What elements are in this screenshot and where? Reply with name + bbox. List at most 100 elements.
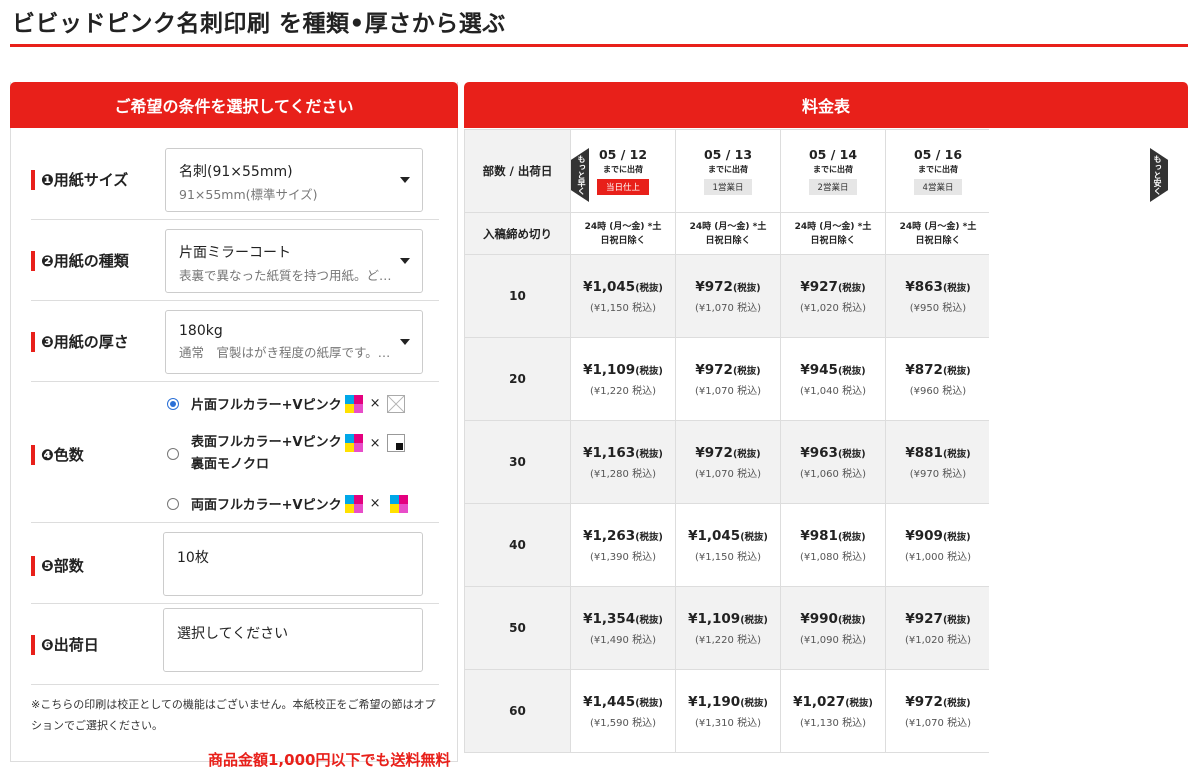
thickness-sub: 通常 官製はがき程度の紙厚です。名刺に最適 bbox=[179, 345, 392, 360]
price-cell[interactable]: ¥1,045(税抜) (¥1,150 税込) bbox=[570, 254, 676, 338]
price-cell[interactable]: ¥972(税抜) (¥1,070 税込) bbox=[675, 254, 781, 338]
paper-type-sub: 表裏で異なった紙質を持つ用紙。どちらかといえば bbox=[179, 268, 392, 283]
radio-button[interactable] bbox=[167, 497, 179, 510]
price-cell[interactable]: ¥972(税抜) (¥1,070 税込) bbox=[675, 420, 781, 504]
date-column-3[interactable]: 05 / 16 までに出荷 4営業日 bbox=[885, 129, 991, 213]
price-row: 30 ¥1,163(税抜) (¥1,280 税込) ¥972(税抜) (¥1,070 税… bbox=[464, 420, 991, 504]
thickness-select[interactable]: 180kg 通常 官製はがき程度の紙厚です。名刺に最適 bbox=[165, 310, 423, 374]
cutoff-label: 入稿締め切り bbox=[464, 212, 571, 255]
paper-size-select[interactable]: 名刺(91×55mm) 91×55mm(標準サイズ) bbox=[165, 148, 423, 212]
price-cell[interactable]: ¥927(税抜) (¥1,020 税込) bbox=[885, 586, 991, 670]
price-cell[interactable]: ¥981(税抜) (¥1,080 税込) bbox=[780, 503, 886, 587]
paper-type-label: ❷用紙の種類 bbox=[31, 250, 129, 271]
quantity-input[interactable]: 10枚 bbox=[163, 532, 423, 596]
price-cell[interactable]: ¥1,163(税抜) (¥1,280 税込) bbox=[570, 420, 676, 504]
radio-button[interactable] bbox=[167, 448, 179, 460]
price-row: 40 ¥1,263(税抜) (¥1,390 税込) ¥1,045(税抜) (¥1,150… bbox=[464, 503, 991, 587]
caret-down-icon bbox=[400, 258, 410, 264]
cutoff-cell: 24時 (月〜金) *土 日祝日除く bbox=[570, 212, 676, 255]
full-color-vpink-icon bbox=[344, 494, 363, 513]
ship-date-row: ❻出荷日 選択してください bbox=[31, 604, 439, 685]
price-cell[interactable]: ¥990(税抜) (¥1,090 税込) bbox=[780, 586, 886, 670]
corner-label: 部数 / 出荷日 bbox=[464, 129, 571, 213]
paper-type-row: ❷用紙の種類 片面ミラーコート 表裏で異なった紙質を持つ用紙。どちらかといえば bbox=[31, 220, 439, 301]
price-row: 50 ¥1,354(税抜) (¥1,490 税込) ¥1,109(税抜) (¥1,220… bbox=[464, 586, 991, 670]
price-cell[interactable]: ¥881(税抜) (¥970 税込) bbox=[885, 420, 991, 504]
price-cell[interactable]: ¥1,190(税抜) (¥1,310 税込) bbox=[675, 669, 781, 753]
price-cell[interactable]: ¥945(税抜) (¥1,040 税込) bbox=[780, 337, 886, 421]
cutoff-row: 入稿締め切り 24時 (月〜金) *土 日祝日除く 24時 (月〜金) *土 日祝日… bbox=[464, 212, 991, 255]
page-title: ビビッドピンク名刺印刷 を種類•厚さから選ぶ bbox=[12, 11, 506, 37]
paper-type-value: 片面ミラーコート bbox=[179, 245, 291, 261]
label-marker bbox=[31, 634, 35, 655]
thickness-row: ❸用紙の厚さ 180kg 通常 官製はがき程度の紙厚です。名刺に最適 bbox=[31, 301, 439, 382]
title-divider bbox=[10, 44, 1188, 47]
price-row: 60 ¥1,445(税抜) (¥1,590 税込) ¥1,190(税抜) (¥1,310… bbox=[464, 669, 991, 753]
color-option-single-side[interactable]: 片面フルカラー+Vピンク × bbox=[167, 394, 406, 413]
price-cell[interactable]: ¥909(税抜) (¥1,000 税込) bbox=[885, 503, 991, 587]
quantity-row: ❺部数 10枚 bbox=[31, 523, 439, 604]
paper-type-select[interactable]: 片面ミラーコート 表裏で異なった紙質を持つ用紙。どちらかといえば bbox=[165, 229, 423, 293]
caret-down-icon bbox=[400, 177, 410, 183]
table-blank-area bbox=[989, 129, 1188, 759]
price-cell[interactable]: ¥863(税抜) (¥950 税込) bbox=[885, 254, 991, 338]
caret-down-icon bbox=[400, 339, 410, 345]
colors-row: ❹色数 片面フルカラー+Vピンク × 表面フルカラー+Vピンク 裏面モノクロ ×… bbox=[31, 382, 439, 523]
radio-button[interactable] bbox=[167, 397, 179, 410]
label-marker bbox=[31, 250, 35, 271]
same-day-badge: 当日仕上 bbox=[596, 179, 649, 195]
quantity-cell: 60 bbox=[464, 669, 571, 753]
paper-size-label: ❶用紙サイズ bbox=[31, 169, 128, 190]
label-marker bbox=[31, 331, 35, 352]
full-color-vpink-icon bbox=[344, 394, 363, 413]
paper-size-value: 名刺(91×55mm) bbox=[179, 164, 293, 180]
label-marker bbox=[31, 555, 35, 576]
label-marker bbox=[31, 169, 35, 190]
price-cell[interactable]: ¥927(税抜) (¥1,020 税込) bbox=[780, 254, 886, 338]
no-print-icon bbox=[387, 394, 406, 413]
thickness-label: ❸用紙の厚さ bbox=[31, 331, 129, 352]
color-option-both-sides[interactable]: 両面フルカラー+Vピンク × bbox=[167, 494, 409, 513]
price-cell[interactable]: ¥972(税抜) (¥1,070 税込) bbox=[675, 337, 781, 421]
price-cell[interactable]: ¥1,045(税抜) (¥1,150 税込) bbox=[675, 503, 781, 587]
color-option-front-color-back-mono[interactable]: 表面フルカラー+Vピンク 裏面モノクロ × bbox=[167, 432, 406, 476]
date-column-1[interactable]: 05 / 13 までに出荷 1営業日 bbox=[675, 129, 781, 213]
quantity-cell: 30 bbox=[464, 420, 571, 504]
price-cell[interactable]: ¥1,263(税抜) (¥1,390 税込) bbox=[570, 503, 676, 587]
price-cell[interactable]: ¥963(税抜) (¥1,060 税込) bbox=[780, 420, 886, 504]
cutoff-cell: 24時 (月〜金) *土 日祝日除く bbox=[675, 212, 781, 255]
price-row: 10 ¥1,045(税抜) (¥1,150 税込) ¥972(税抜) (¥1,070 税… bbox=[464, 254, 991, 338]
quantity-cell: 40 bbox=[464, 503, 571, 587]
price-table: 部数 / 出荷日 05 / 12 までに出荷 当日仕上 05 / 13 までに出… bbox=[464, 129, 991, 753]
price-cell[interactable]: ¥1,109(税抜) (¥1,220 税込) bbox=[570, 337, 676, 421]
quantity-cell: 20 bbox=[464, 337, 571, 421]
full-color-vpink-icon bbox=[390, 494, 409, 513]
date-column-2[interactable]: 05 / 14 までに出荷 2営業日 bbox=[780, 129, 886, 213]
price-cell[interactable]: ¥1,354(税抜) (¥1,490 税込) bbox=[570, 586, 676, 670]
condition-form: ご希望の条件を選択してください ❶用紙サイズ 名刺(91×55mm) 91×55… bbox=[10, 82, 458, 762]
business-day-badge: 4営業日 bbox=[913, 179, 963, 195]
monochrome-icon bbox=[387, 434, 406, 452]
price-cell[interactable]: ¥872(税抜) (¥960 税込) bbox=[885, 337, 991, 421]
business-day-badge: 2営業日 bbox=[808, 179, 858, 195]
paper-size-row: ❶用紙サイズ 名刺(91×55mm) 91×55mm(標準サイズ) bbox=[31, 139, 439, 220]
proof-note: ※こちらの印刷は校正としての機能はございません。本紙校正をご希望の節はオプション… bbox=[31, 698, 436, 732]
ship-date-input[interactable]: 選択してください bbox=[163, 608, 423, 672]
full-color-vpink-icon bbox=[344, 434, 363, 452]
price-cell[interactable]: ¥972(税抜) (¥1,070 税込) bbox=[885, 669, 991, 753]
price-table-header: 料金表 bbox=[464, 82, 1188, 128]
quantity-label: ❺部数 bbox=[31, 555, 84, 576]
date-header-row: 部数 / 出荷日 05 / 12 までに出荷 当日仕上 05 / 13 までに出… bbox=[464, 129, 991, 213]
ship-date-label: ❻出荷日 bbox=[31, 634, 99, 655]
price-cell[interactable]: ¥1,109(税抜) (¥1,220 税込) bbox=[675, 586, 781, 670]
price-rows: 10 ¥1,045(税抜) (¥1,150 税込) ¥972(税抜) (¥1,070 税… bbox=[464, 254, 991, 753]
free-shipping-banner: 商品金額1,000円以下でも送料無料 bbox=[208, 751, 451, 769]
price-cell[interactable]: ¥1,445(税抜) (¥1,590 税込) bbox=[570, 669, 676, 753]
price-cell[interactable]: ¥1,027(税抜) (¥1,130 税込) bbox=[780, 669, 886, 753]
label-marker bbox=[31, 444, 35, 465]
cutoff-cell: 24時 (月〜金) *土 日祝日除く bbox=[780, 212, 886, 255]
quantity-cell: 10 bbox=[464, 254, 571, 338]
price-row: 20 ¥1,109(税抜) (¥1,220 税込) ¥972(税抜) (¥1,070 税… bbox=[464, 337, 991, 421]
quantity-cell: 50 bbox=[464, 586, 571, 670]
form-header: ご希望の条件を選択してください bbox=[10, 82, 458, 128]
